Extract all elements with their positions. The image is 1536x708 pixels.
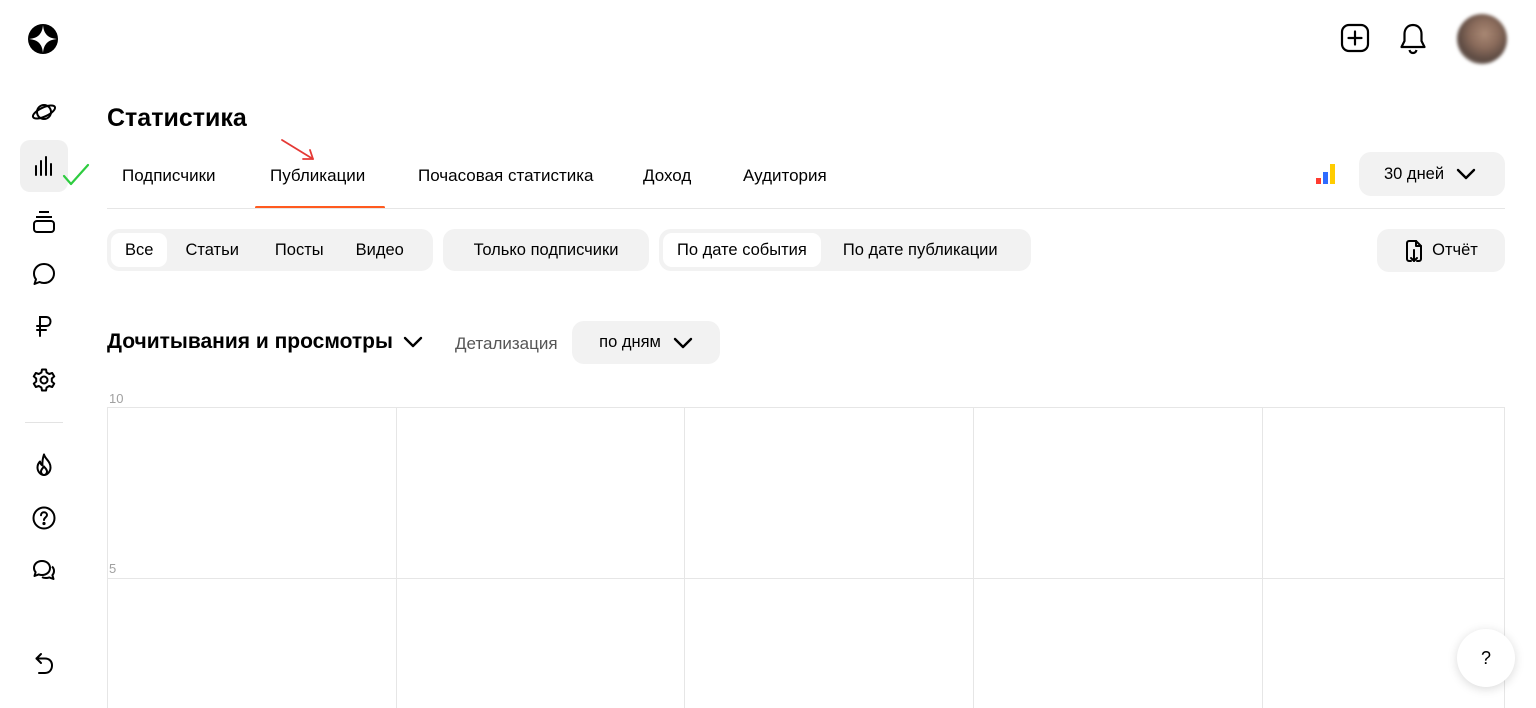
filter-posts[interactable]: Посты [257,233,342,267]
add-square-icon[interactable] [1339,22,1371,54]
help-circle-icon[interactable] [22,496,66,540]
stack-icon[interactable] [22,200,66,244]
tab-publications[interactable]: Публикации [270,166,365,186]
tab-audience[interactable]: Аудитория [743,166,827,186]
back-arrow-icon[interactable] [22,642,66,686]
date-mode-filter: По дате события По дате публикации [659,229,1031,271]
bar-chart-icon[interactable] [20,140,68,192]
grid-line [973,407,974,708]
y-tick-label: 5 [109,561,117,576]
help-button[interactable]: ? [1457,629,1515,687]
period-dropdown[interactable]: 30 дней [1359,152,1505,196]
subscribers-only-label: Только подписчики [473,240,619,259]
grid-line [107,407,108,708]
annotation-arrow [280,138,316,162]
planet-icon[interactable] [22,90,66,134]
tab-subscribers[interactable]: Подписчики [122,166,216,186]
gear-icon[interactable] [22,358,66,402]
filter-video[interactable]: Видео [342,233,418,267]
file-download-icon [1404,239,1424,263]
grid-line [1262,407,1263,708]
grid-line [107,407,1505,408]
detail-label: Детализация [455,334,558,353]
help-label: ? [1480,647,1491,668]
grid-line [396,407,397,708]
chevron-down-icon [403,336,423,348]
detail-dropdown[interactable]: по дням [572,321,720,364]
bell-icon[interactable] [1397,22,1429,56]
avatar[interactable] [1457,14,1507,64]
detail-value: по дням [599,333,661,351]
sidebar-divider [25,422,63,423]
ruble-icon[interactable] [22,304,66,348]
zen-logo-icon[interactable] [28,24,58,54]
chevron-down-icon [673,337,693,349]
tabs-divider [107,208,1505,209]
content-type-filter: Все Статьи Посты Видео [107,229,433,271]
tab-income[interactable]: Доход [643,166,691,186]
grid-line [684,407,685,708]
stats-bars-icon [1316,163,1338,185]
page-title: Статистика [107,104,247,132]
report-button[interactable]: Отчёт [1377,229,1505,272]
metric-dropdown[interactable]: Дочитывания и просмотры [107,330,423,354]
grid-line [107,578,1505,579]
report-label: Отчёт [1432,241,1478,259]
y-tick-label: 10 [109,391,124,406]
filter-by-event-date[interactable]: По дате события [663,233,821,267]
filter-by-publication-date[interactable]: По дате публикации [821,233,1016,267]
dialogs-icon[interactable] [22,548,66,592]
filter-all[interactable]: Все [111,233,168,267]
metric-label: Дочитывания и просмотры [107,330,393,353]
filter-articles[interactable]: Статьи [167,233,256,267]
period-label: 30 дней [1384,164,1445,183]
tab-hourly-stats[interactable]: Почасовая статистика [418,166,594,186]
chat-bubble-icon[interactable] [22,252,66,296]
subscribers-only-toggle[interactable]: Только подписчики [443,229,649,271]
chevron-down-icon [1456,168,1476,180]
check-mark-icon [62,162,90,188]
flame-icon[interactable] [22,443,66,487]
